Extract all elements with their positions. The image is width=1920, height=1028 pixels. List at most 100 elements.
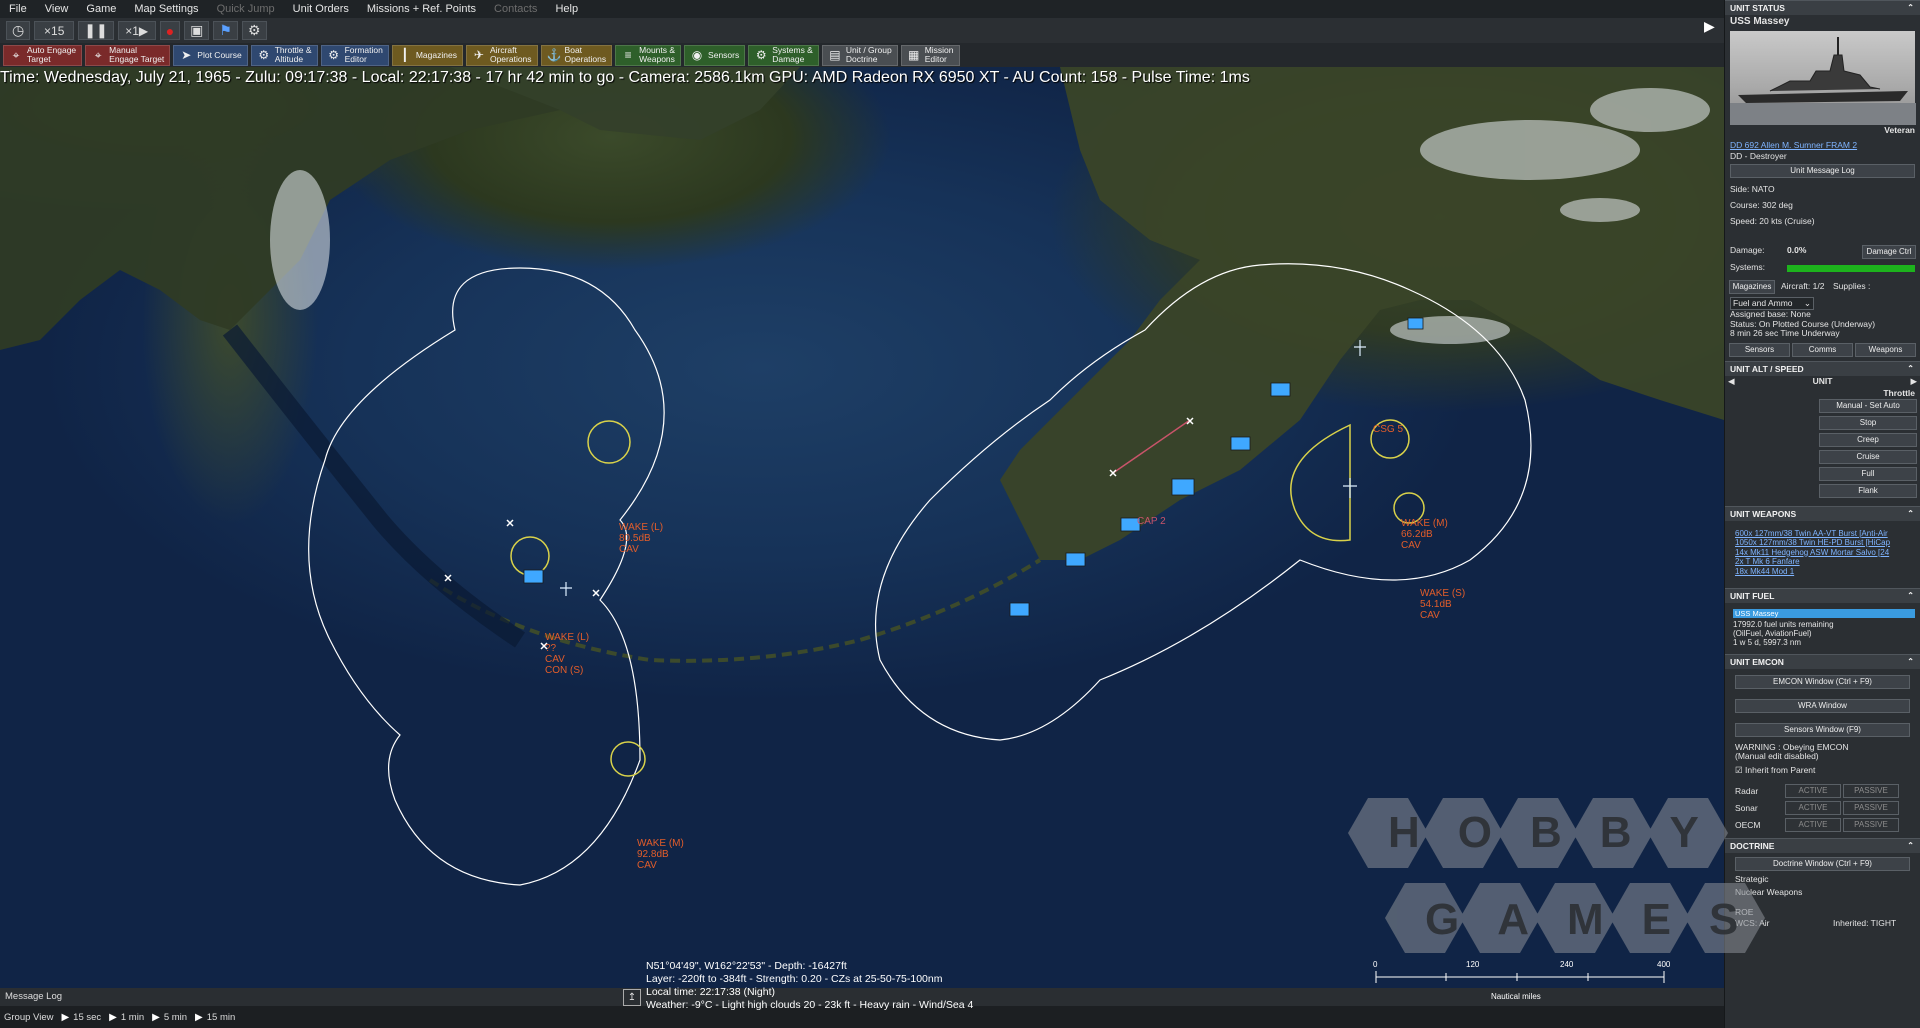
menu-item-file[interactable]: File: [0, 3, 36, 15]
unit-side: Side: NATO: [1730, 184, 1775, 194]
menu-item-unit-orders[interactable]: Unit Orders: [284, 3, 358, 15]
expand-arrow-icon[interactable]: ▶: [1704, 18, 1715, 35]
weapon-item[interactable]: 1050x 127mm/38 Twin HE-PD Burst [HiCap: [1735, 538, 1916, 548]
message-log-label: Message Log: [5, 991, 63, 1002]
speed-cruise-button[interactable]: Cruise: [1819, 449, 1917, 464]
cap-label[interactable]: CAP 2: [1137, 516, 1166, 527]
command-sensors-button[interactable]: ◉ Sensors: [684, 44, 746, 66]
clock-icon[interactable]: ◷: [6, 21, 31, 40]
settings-gear-icon[interactable]: ⚙: [241, 21, 267, 40]
time-compression-button[interactable]: ×15: [34, 21, 75, 40]
class-link[interactable]: DD 692 Allen M. Sumner FRAM 2: [1725, 140, 1920, 151]
tab-weapons[interactable]: Weapons: [1855, 342, 1916, 357]
contact-label[interactable]: WAKE (L) 80.5dB CAV: [619, 522, 663, 555]
collapse-icon[interactable]: ⌃: [1907, 839, 1914, 853]
flag-icon[interactable]: ⚑: [213, 21, 238, 40]
command-plot-course-button[interactable]: ➤ Plot Course: [173, 44, 248, 66]
menu-item-game[interactable]: Game: [77, 3, 125, 15]
time-step-button[interactable]: 15 min: [203, 1012, 244, 1023]
weapon-item[interactable]: 2x T Mk 6 Fanfare: [1735, 557, 1916, 567]
play-icon[interactable]: ▶: [152, 1012, 160, 1023]
contact-label[interactable]: WAKE (M) 66.2dB CAV: [1401, 518, 1448, 551]
play-icon[interactable]: ▶: [195, 1012, 203, 1023]
doctrine-window-button[interactable]: Doctrine Window (Ctrl + F9): [1735, 857, 1910, 871]
emcon-window-button[interactable]: EMCON Window (Ctrl + F9): [1735, 675, 1910, 689]
wra-window-button[interactable]: WRA Window: [1735, 699, 1910, 713]
print-icon[interactable]: ▣: [184, 21, 210, 40]
pause-icon[interactable]: ❚❚: [78, 21, 114, 40]
fuel-ammo-select[interactable]: Fuel and Ammo ⌄: [1730, 297, 1814, 310]
active-toggle[interactable]: ACTIVE: [1785, 783, 1841, 798]
command-formation-editor-button[interactable]: ⚙ Formation Editor: [320, 44, 389, 66]
play-icon[interactable]: ▶: [61, 1012, 69, 1023]
contact-label[interactable]: WAKE (M) 92.8dB CAV: [637, 838, 684, 871]
command-aircraft-operations-button[interactable]: ✈ Aircraft Operations: [465, 44, 538, 66]
command-unit-group-doctrine-button[interactable]: ▤ Unit / Group Doctrine: [821, 44, 898, 66]
unit-message-log-button[interactable]: Unit Message Log: [1730, 164, 1915, 178]
time-step-button[interactable]: 1 min: [117, 1012, 152, 1023]
time-step-button[interactable]: 5 min: [160, 1012, 195, 1023]
unit-status-header[interactable]: UNIT STATUS ⌃: [1725, 0, 1920, 15]
menu-item-help[interactable]: Help: [546, 3, 587, 15]
command-magazines-button[interactable]: ┃ Magazines: [391, 44, 463, 66]
collapse-icon[interactable]: ⌃: [1907, 362, 1914, 376]
command-manual-engage-target-button[interactable]: ⌖ Manual Engage Target: [85, 44, 171, 66]
contact-label[interactable]: WAKE (S) 54.1dB CAV: [1420, 588, 1465, 621]
weapon-item[interactable]: 18x Mk44 Mod 1: [1735, 567, 1916, 577]
command-throttle-altitude-button[interactable]: ⚙ Throttle & Altitude: [250, 44, 318, 66]
command-label: Plot Course: [197, 49, 242, 60]
record-icon[interactable]: ●: [159, 21, 181, 40]
tactical-map[interactable]: WAKE (L) 80.5dB CAV WAKE (L) ?? CAV CON …: [0, 67, 1724, 988]
single-step-button[interactable]: ×1 ▶: [117, 21, 156, 40]
menu-item-view[interactable]: View: [36, 3, 78, 15]
collapse-icon[interactable]: ⌃: [1907, 1, 1914, 15]
passive-toggle[interactable]: PASSIVE: [1843, 800, 1899, 815]
collapse-icon[interactable]: ⌃: [1907, 655, 1914, 669]
group-label[interactable]: CSG 5: [1373, 424, 1403, 435]
command-mounts-weapons-button[interactable]: ≡ Mounts & Weapons: [615, 44, 682, 66]
chevron-right-icon[interactable]: ▶: [1910, 376, 1917, 387]
expand-log-icon[interactable]: ↥: [623, 989, 641, 1006]
tab-sensors[interactable]: Sensors: [1729, 342, 1790, 357]
weapon-item[interactable]: 600x 127mm/38 Twin AA-VT Burst [Anti-Air: [1735, 529, 1916, 539]
magazines-button[interactable]: Magazines: [1729, 280, 1775, 294]
doctrine-wcs-value[interactable]: Inherited: TIGHT: [1833, 918, 1896, 928]
unit-fuel-header[interactable]: UNIT FUEL ⌃: [1725, 588, 1920, 603]
menu-item-quick-jump[interactable]: Quick Jump: [208, 3, 284, 15]
inherit-checkbox[interactable]: ☑ Inherit from Parent: [1725, 765, 1920, 776]
passive-toggle[interactable]: PASSIVE: [1843, 817, 1899, 832]
play-icon[interactable]: ▶: [109, 1012, 117, 1023]
damage-value: 0.0%: [1787, 245, 1807, 255]
time-step-button[interactable]: 15 sec: [69, 1012, 109, 1023]
speed-stop-button[interactable]: Stop: [1819, 415, 1917, 430]
speed-full-button[interactable]: Full: [1819, 466, 1917, 481]
assigned-base: Assigned base: None: [1730, 310, 1811, 319]
active-toggle[interactable]: ACTIVE: [1785, 817, 1841, 832]
speed-flank-button[interactable]: Flank: [1819, 483, 1917, 498]
checkbox-icon[interactable]: ☑: [1735, 765, 1743, 775]
time-toolbar: ◷ ×15 ❚❚ ×1 ▶ ● ▣ ⚑ ⚙: [0, 18, 1724, 43]
passive-toggle[interactable]: PASSIVE: [1843, 783, 1899, 798]
weapon-item[interactable]: 14x Mk11 Hedgehog ASW Mortar Salvo [24: [1735, 548, 1916, 558]
unit-weapons-header[interactable]: UNIT WEAPONS ⌃: [1725, 505, 1920, 521]
manual-set-auto-button[interactable]: Manual - Set Auto: [1819, 398, 1917, 413]
collapse-icon[interactable]: ⌃: [1907, 589, 1914, 603]
menu-item-map-settings[interactable]: Map Settings: [125, 3, 207, 15]
speed-creep-button[interactable]: Creep: [1819, 432, 1917, 447]
command-mission-editor-button[interactable]: ▦ Mission Editor: [900, 44, 960, 66]
unit-emcon-header[interactable]: UNIT EMCON ⌃: [1725, 654, 1920, 669]
damage-control-button[interactable]: Damage Ctrl: [1862, 245, 1916, 259]
alt-speed-header[interactable]: UNIT ALT / SPEED ⌃: [1725, 360, 1920, 376]
tab-comms[interactable]: Comms: [1792, 342, 1853, 357]
sensors-window-button[interactable]: Sensors Window (F9): [1735, 723, 1910, 737]
collapse-icon[interactable]: ⌃: [1907, 507, 1914, 521]
command-boat-operations-button[interactable]: ⚓ Boat Operations: [540, 44, 613, 66]
command-auto-engage-target-button[interactable]: ⌖ Auto Engage Target: [3, 44, 83, 66]
doctrine-header[interactable]: DOCTRINE ⌃: [1725, 838, 1920, 853]
panel-collapse[interactable]: ▶: [1700, 0, 1724, 67]
command-systems-damage-button[interactable]: ⚙ Systems & Damage: [748, 44, 819, 66]
contact-label[interactable]: WAKE (L) ?? CAV CON (S): [545, 632, 589, 676]
active-toggle[interactable]: ACTIVE: [1785, 800, 1841, 815]
menu-item-missions-ref-points[interactable]: Missions + Ref. Points: [358, 3, 485, 15]
menu-item-contacts[interactable]: Contacts: [485, 3, 546, 15]
